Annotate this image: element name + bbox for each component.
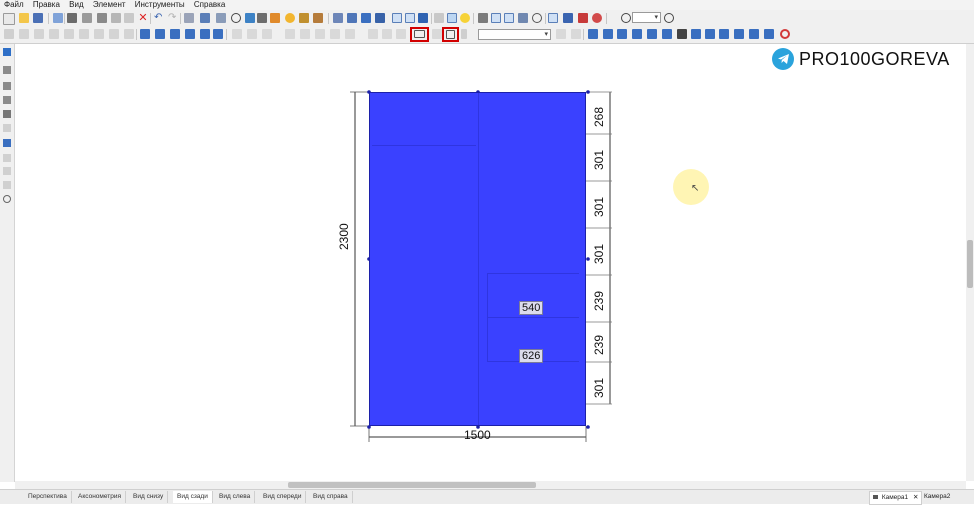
right-dim-label-5: 239	[592, 290, 606, 311]
right-dim-label-1: 268	[592, 106, 606, 127]
right-dim-label-3: 301	[592, 196, 606, 217]
height-dimension-label: 2300	[337, 223, 351, 250]
right-dim-label-4: 301	[592, 243, 606, 264]
drawer-side	[487, 273, 488, 361]
tab-left-view[interactable]: Вид слева	[215, 491, 256, 503]
tab-bottom-view[interactable]: Вид снизу	[129, 491, 169, 503]
tab-back-view[interactable]: Вид сзади	[173, 491, 213, 503]
tab-perspective[interactable]: Перспектива	[24, 491, 72, 503]
camera-tab-1-label: Камера1	[881, 494, 909, 501]
drawer-dim-label-2: 626	[519, 349, 544, 363]
panel-divider-vertical	[478, 93, 479, 425]
width-dimension-label: 1500	[464, 428, 491, 442]
tab-axonometry[interactable]: Аксонометрия	[74, 491, 127, 503]
drawer-line-1	[487, 273, 579, 274]
close-icon[interactable]: ✕	[913, 494, 918, 501]
drawer-line-2	[487, 317, 579, 318]
view-tabs: Перспектива Аксонометрия Вид снизу Вид с…	[0, 489, 974, 505]
right-dim-label-7: 301	[592, 377, 606, 398]
right-dim-label-6: 239	[592, 334, 606, 355]
horizontal-scrollbar[interactable]	[15, 481, 966, 489]
right-dim-label-2: 301	[592, 149, 606, 170]
drawer-dim-label-1: 540	[519, 301, 544, 315]
tab-right-view[interactable]: Вид справа	[309, 491, 353, 503]
panel-shelf-line	[372, 145, 476, 146]
camera-icon	[873, 495, 878, 499]
cabinet-back-panel[interactable]	[369, 92, 586, 426]
vertical-scrollbar[interactable]	[966, 44, 974, 481]
mouse-cursor-icon: ↖	[691, 183, 700, 194]
camera-tab-2[interactable]: Камера2	[921, 491, 953, 503]
tab-front-view[interactable]: Вид спереди	[259, 491, 307, 503]
horizontal-scroll-thumb[interactable]	[288, 482, 536, 488]
vertical-scroll-thumb[interactable]	[967, 240, 973, 288]
